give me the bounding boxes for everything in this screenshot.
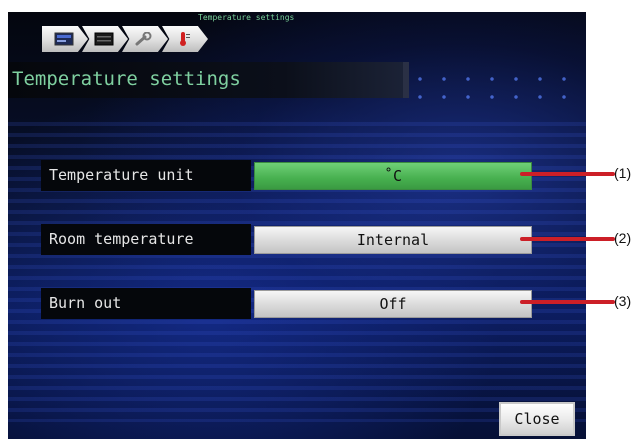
breadcrumb-item-tools[interactable] — [122, 26, 168, 52]
burn-out-label: Burn out — [41, 288, 251, 319]
breadcrumb-caption: Temperature settings — [198, 13, 295, 22]
breadcrumb-item-display[interactable] — [42, 26, 88, 52]
device-screen: Temperature settings Temperature setting… — [8, 12, 586, 439]
title-bar: Temperature settings — [8, 62, 409, 98]
callout-line-2 — [520, 237, 615, 241]
callout-label-2: (2) — [614, 230, 632, 246]
wrench-icon — [135, 32, 152, 46]
room-temperature-button[interactable]: Internal — [254, 226, 532, 254]
callout-line-3 — [520, 300, 615, 304]
room-temperature-label: Room temperature — [41, 224, 251, 255]
callout-line-1 — [520, 172, 615, 176]
breadcrumb-item-screen[interactable] — [82, 26, 128, 52]
callout-label-1: (1) — [614, 165, 632, 181]
dark-display-icon — [94, 32, 114, 46]
temperature-unit-button[interactable]: ˚C — [254, 162, 532, 190]
thermometer-icon — [180, 32, 190, 46]
breadcrumb — [42, 26, 208, 52]
temperature-unit-label: Temperature unit — [41, 160, 251, 191]
background-dots — [408, 70, 578, 100]
page-title: Temperature settings — [12, 68, 241, 90]
close-button[interactable]: Close — [499, 402, 575, 436]
burn-out-button[interactable]: Off — [254, 290, 532, 318]
breadcrumb-item-temperature[interactable] — [162, 26, 208, 52]
monitor-icon — [54, 32, 74, 46]
callout-label-3: (3) — [614, 293, 632, 309]
